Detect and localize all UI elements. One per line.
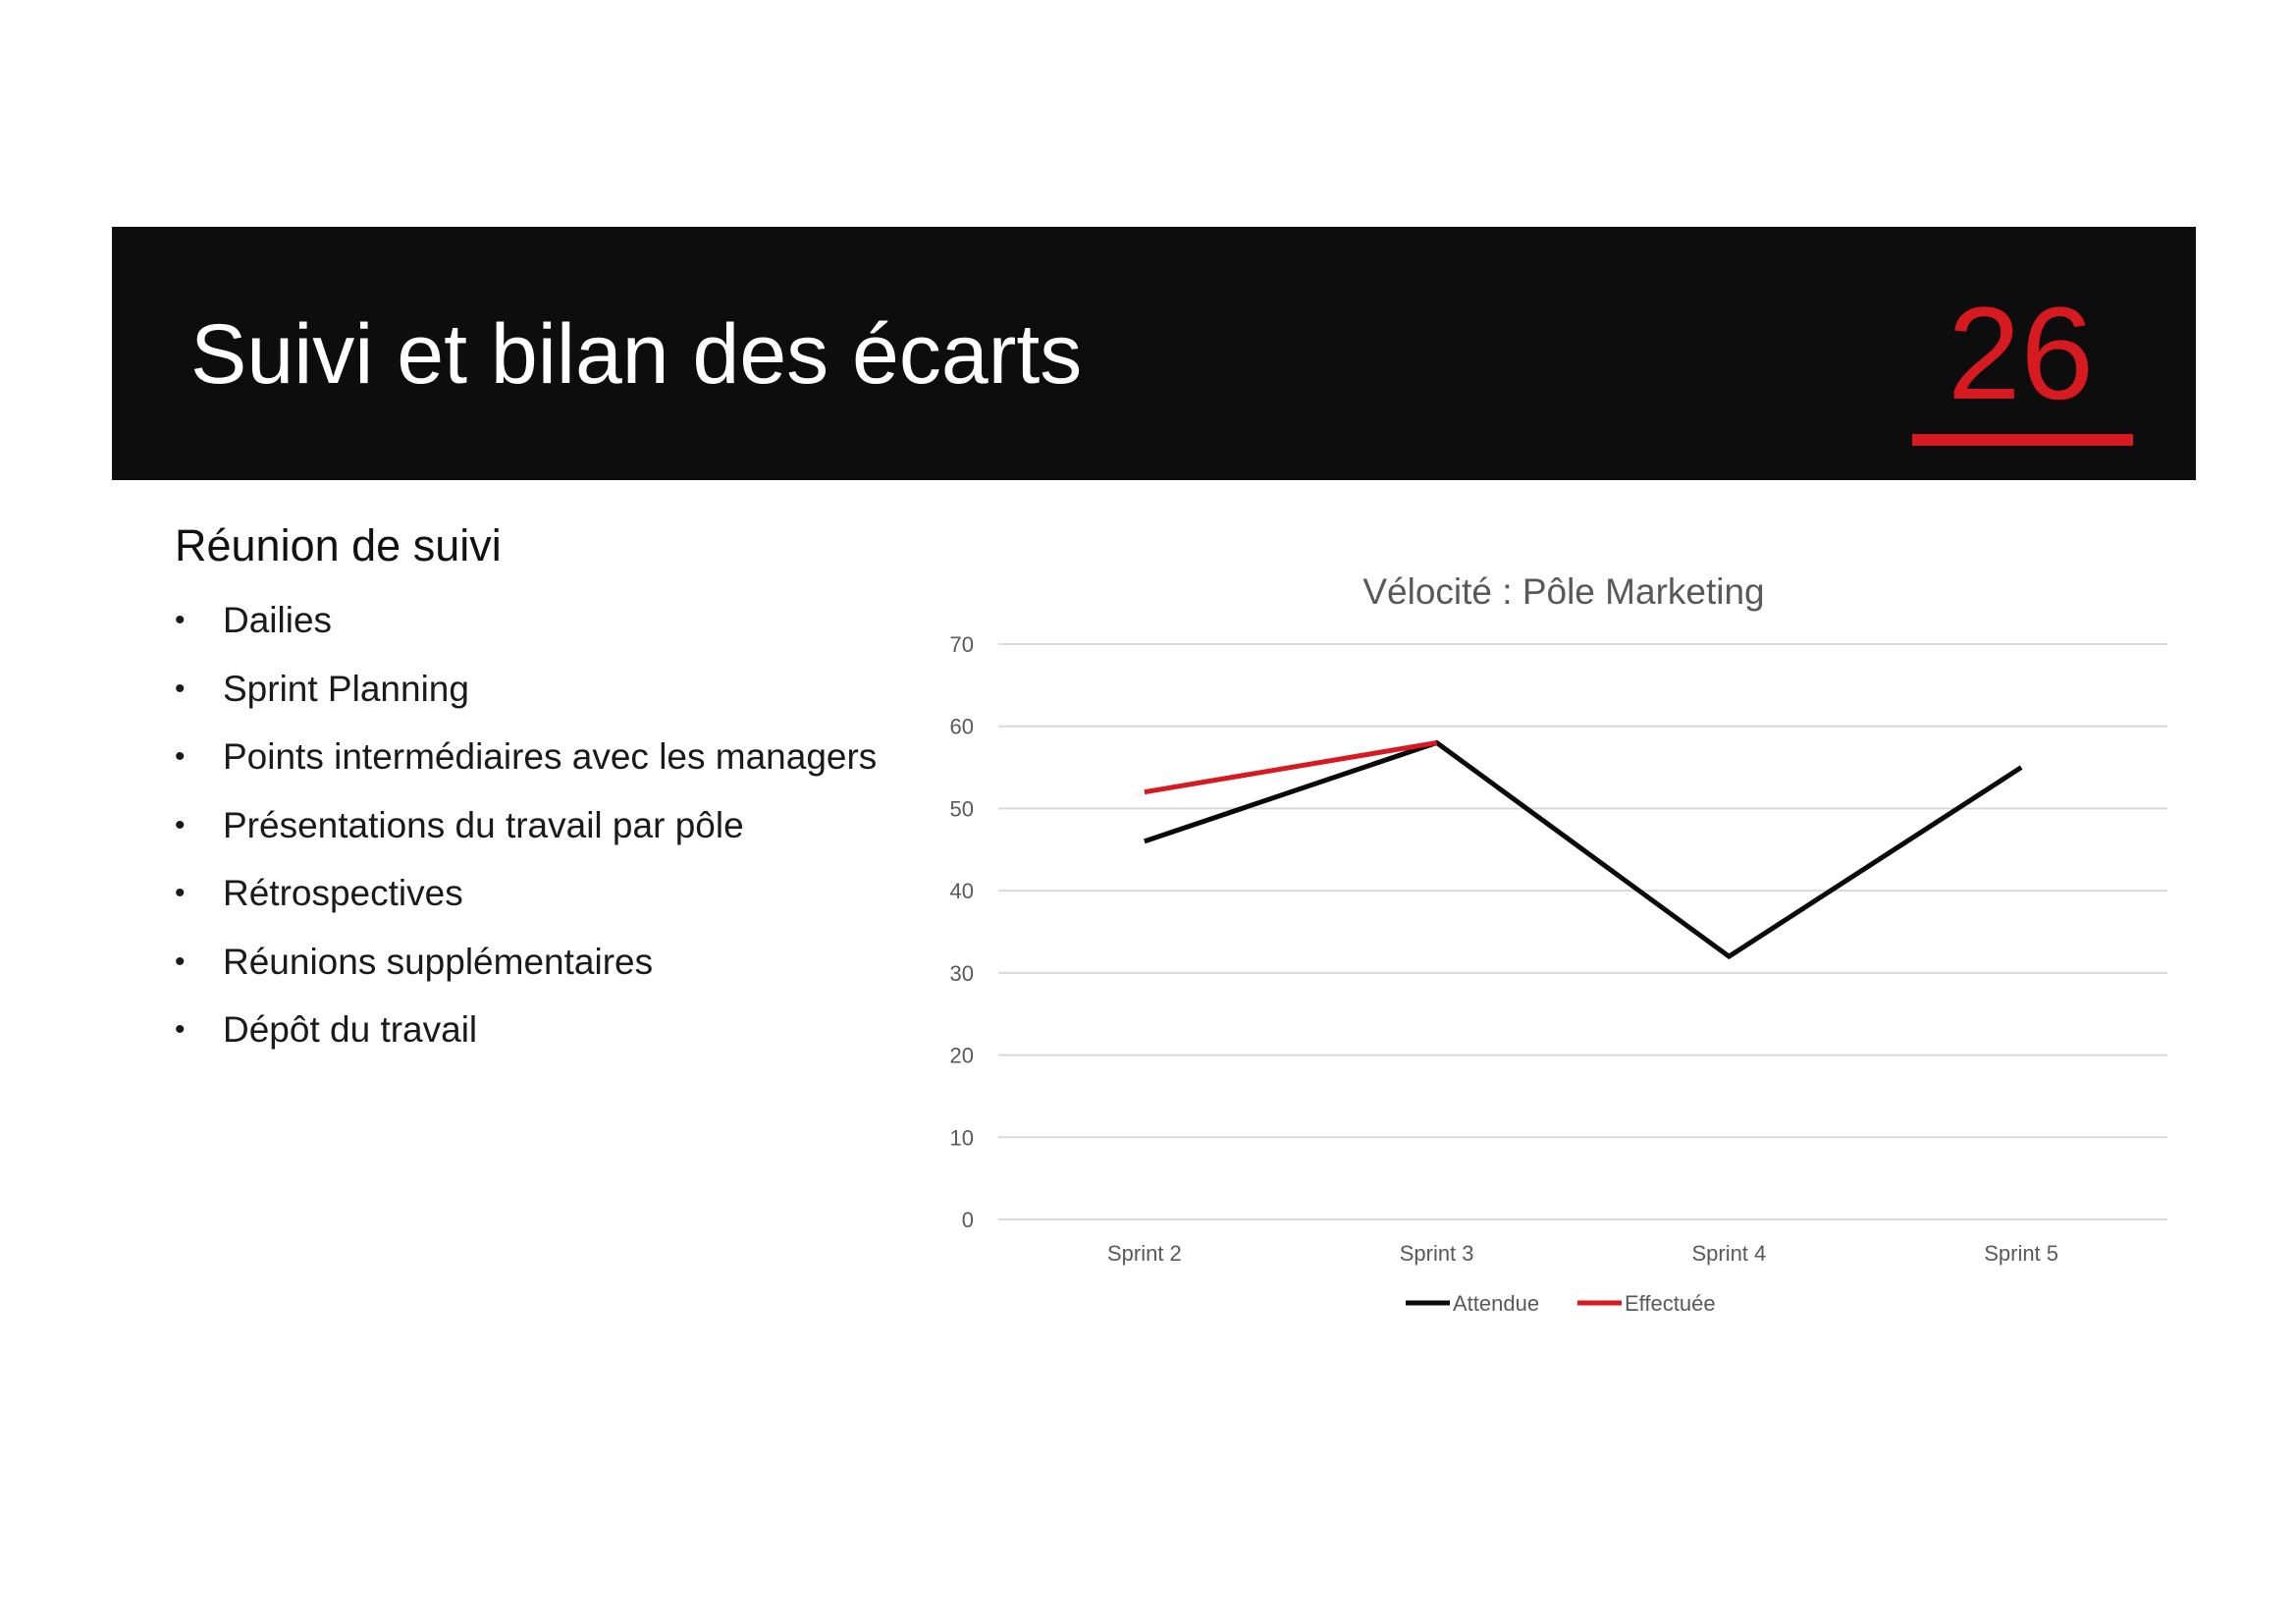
y-tick-label: 40	[950, 879, 974, 903]
x-tick-label: Sprint 3	[1400, 1241, 1474, 1266]
series-line-2	[1144, 739, 1438, 795]
legend-label: Effectuée	[1625, 1291, 1716, 1316]
chart-series-lines	[1144, 739, 2023, 960]
chart-legend: Attendue Effectuée	[1406, 1291, 1716, 1316]
x-tick-label: Sprint 5	[1984, 1241, 2058, 1266]
y-tick-label: 30	[950, 961, 974, 986]
chart-gridlines	[998, 643, 2167, 1220]
x-tick-label: Sprint 2	[1107, 1241, 1182, 1266]
y-tick-label: 0	[962, 1208, 974, 1232]
chart-y-tick-labels: 0 10 20 30 40 50 60 70	[950, 632, 974, 1232]
x-tick-label: Sprint 4	[1691, 1241, 1766, 1266]
legend-label: Attendue	[1453, 1291, 1539, 1316]
chart-title: Vélocité : Pôle Marketing	[1362, 571, 1764, 612]
chart-x-tick-labels: Sprint 2 Sprint 3 Sprint 4 Sprint 5	[1107, 1241, 2058, 1266]
y-tick-label: 10	[950, 1125, 974, 1150]
series-line-1	[1144, 739, 2023, 960]
y-tick-label: 20	[950, 1044, 974, 1068]
y-tick-label: 60	[950, 715, 974, 739]
y-tick-label: 70	[950, 632, 974, 657]
y-tick-label: 50	[950, 796, 974, 821]
velocity-chart: Vélocité : Pôle Marketing 0 10 20 30 40 50 60 7…	[950, 571, 2167, 1316]
